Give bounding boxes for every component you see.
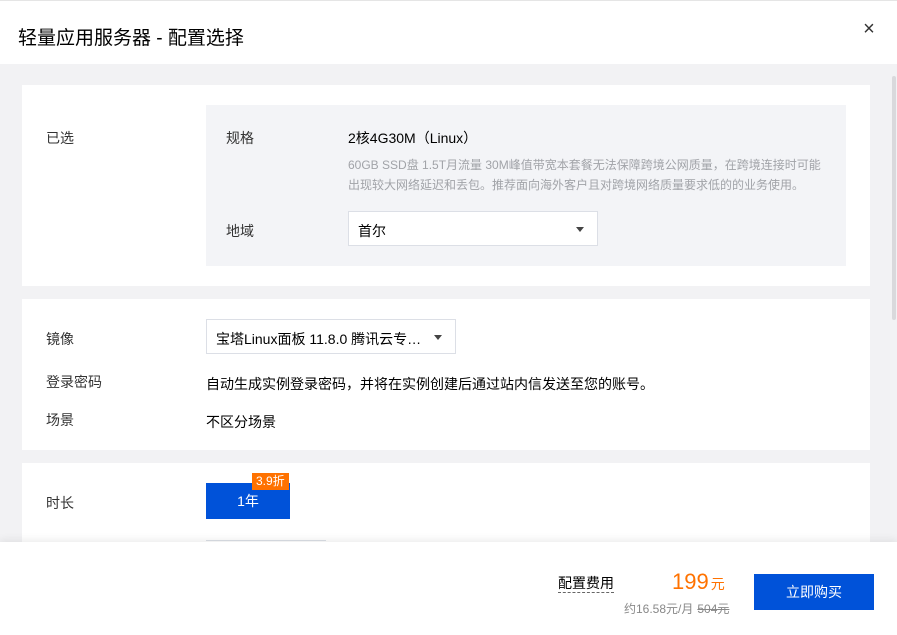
image-label: 镜像	[46, 331, 74, 347]
monthly-price: 约16.58元/月 504元	[624, 600, 729, 617]
password-label: 登录密码	[46, 374, 102, 390]
region-label: 地域	[226, 223, 254, 239]
chevron-down-icon	[576, 227, 584, 232]
price-unit: 元	[710, 576, 725, 592]
duration-label: 时长	[46, 495, 74, 511]
original-price: 504元	[697, 602, 730, 616]
image-select[interactable]: 宝塔Linux面板 11.8.0 腾讯云专…	[206, 319, 456, 354]
duration-section: 时长 1年 3.9折	[22, 463, 870, 553]
price-amount: 199	[672, 569, 709, 594]
close-icon[interactable]: ×	[861, 19, 877, 39]
spec-label: 规格	[226, 130, 254, 146]
spec-description: 60GB SSD盘 1.5T月流量 30M峰值带宽本套餐无法保障跨境公网质量，在…	[348, 158, 821, 192]
dialog-header: 轻量应用服务器 - 配置选择 ×	[0, 0, 897, 64]
scene-value: 不区分场景	[206, 414, 276, 430]
total-price: 199 元	[672, 569, 725, 595]
order-footer: 配置费用 199 元 约16.58元/月 504元 立即购买	[0, 542, 897, 635]
region-select-value: 首尔	[358, 223, 386, 239]
image-select-value: 宝塔Linux面板 11.8.0 腾讯云专…	[216, 331, 422, 347]
discount-badge: 3.9折	[252, 473, 289, 490]
dialog-title: 轻量应用服务器 - 配置选择	[18, 28, 244, 49]
selected-label: 已选	[46, 130, 74, 146]
password-description: 自动生成实例登录密码，并将在实例创建后通过站内信发送至您的账号。	[206, 376, 654, 392]
config-fee-label[interactable]: 配置费用	[558, 575, 614, 593]
buy-now-button[interactable]: 立即购买	[754, 574, 874, 610]
region-select[interactable]: 首尔	[348, 211, 598, 246]
image-section: 镜像 宝塔Linux面板 11.8.0 腾讯云专… 登录密码 自动生成实例登录密…	[22, 299, 870, 450]
scrollbar[interactable]	[892, 76, 896, 320]
chevron-down-icon	[434, 335, 442, 340]
spec-value: 2核4G30M（Linux）	[348, 130, 478, 146]
scene-label: 场景	[46, 412, 74, 428]
monthly-price-value: 约16.58元/月	[624, 602, 694, 616]
selected-section: 已选 规格 2核4G30M（Linux） 60GB SSD盘 1.5T月流量 3…	[22, 85, 870, 286]
